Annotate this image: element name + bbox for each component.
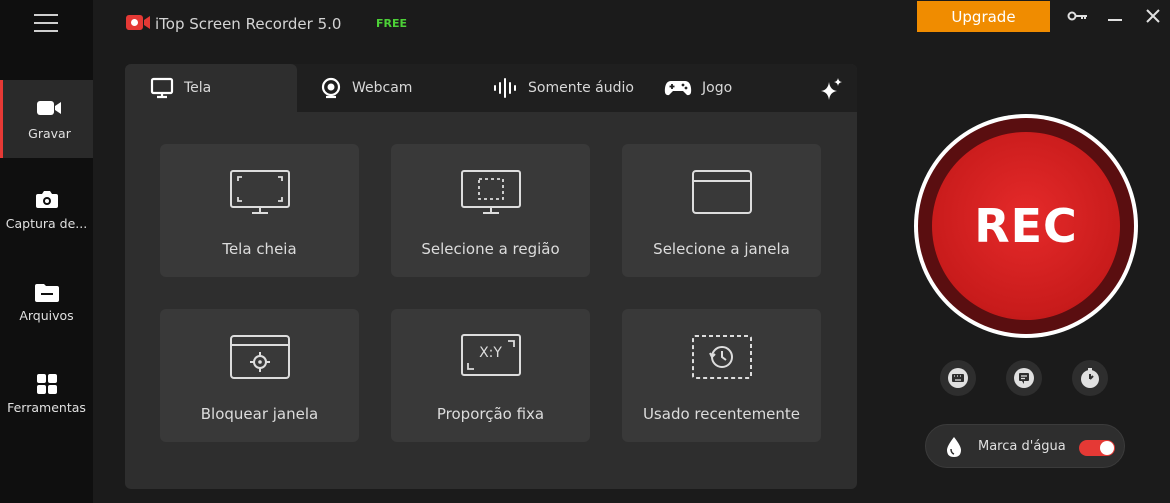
mode-label: Bloquear janela (200, 405, 319, 423)
webcam-icon (320, 77, 342, 99)
watermark-switch[interactable] (1079, 440, 1115, 456)
minimize-icon[interactable] (1105, 6, 1125, 26)
mode-card-proporcao-fixa[interactable]: X:Y Proporção fixa (391, 309, 590, 442)
monitor-icon (150, 77, 174, 99)
mode-card-selecione-regiao[interactable]: Selecione a região (391, 144, 590, 277)
tab-label: Tela (184, 80, 212, 96)
watermark-label: Marca d'água (978, 439, 1066, 454)
mode-card-usado-recentemente[interactable]: Usado recentemente (622, 309, 821, 442)
sidebar-item-label: Captura de... (5, 216, 88, 231)
keyboard-button[interactable] (940, 360, 976, 396)
select-window-icon (691, 170, 752, 214)
ratio-text: X:Y (479, 345, 502, 361)
mode-label: Usado recentemente (642, 405, 801, 423)
sidebar: Gravar Captura de... Arquivos Ferramenta… (0, 0, 93, 503)
mode-card-bloquear-janela[interactable]: Bloquear janela (160, 309, 359, 442)
tab-label: Jogo (702, 80, 733, 96)
close-icon[interactable] (1143, 6, 1163, 26)
video-camera-icon (37, 101, 61, 115)
tab-jogo[interactable]: Jogo (664, 64, 732, 112)
rec-ring: REC (918, 118, 1134, 334)
title-bar: iTop Screen Recorder 5.0 FREE Upgrade (93, 0, 1170, 50)
recent-history-icon (691, 335, 752, 379)
menu-icon[interactable] (34, 14, 58, 34)
mode-label: Tela cheia (222, 240, 297, 258)
water-drop-icon (947, 437, 961, 457)
free-badge: FREE (376, 17, 408, 30)
watermark-toggle-row[interactable]: Marca d'água (925, 424, 1125, 468)
select-region-icon (460, 170, 521, 214)
rec-inner: REC (932, 132, 1120, 320)
sparkle-icon[interactable] (818, 77, 844, 101)
subtitle-icon (1014, 368, 1034, 388)
folder-icon (34, 284, 59, 302)
sidebar-item-captura[interactable]: Captura de... (0, 170, 93, 248)
fullscreen-icon (229, 170, 290, 214)
rec-button[interactable]: REC (914, 114, 1138, 338)
recording-mode-panel: Tela Webcam Somente áudio Jogo Tela chei… (125, 64, 857, 489)
fixed-ratio-icon: X:Y (460, 333, 522, 377)
upgrade-button[interactable]: Upgrade (917, 1, 1050, 32)
mode-label: Selecione a janela (653, 240, 790, 258)
sidebar-item-ferramentas[interactable]: Ferramentas (0, 354, 93, 432)
timer-button[interactable] (1072, 360, 1108, 396)
sidebar-item-label: Gravar (28, 126, 71, 141)
keyboard-icon (948, 368, 968, 388)
tab-somente-audio[interactable]: Somente áudio (492, 64, 634, 112)
switch-knob (1100, 441, 1114, 455)
grid-tools-icon (36, 374, 57, 394)
rec-label: REC (974, 199, 1078, 253)
app-title: iTop Screen Recorder 5.0 (155, 15, 342, 33)
tab-tela[interactable]: Tela (125, 64, 297, 112)
mode-card-selecione-janela[interactable]: Selecione a janela (622, 144, 821, 277)
tab-webcam[interactable]: Webcam (320, 64, 412, 112)
tab-label: Webcam (352, 80, 413, 96)
gamepad-icon (664, 78, 692, 98)
lock-window-icon (229, 335, 290, 379)
camera-icon (35, 191, 58, 208)
app-logo-icon (126, 15, 150, 30)
mode-card-tela-cheia[interactable]: Tela cheia (160, 144, 359, 277)
audio-wave-icon (492, 77, 518, 99)
mode-label: Proporção fixa (436, 405, 545, 423)
sidebar-item-label: Ferramentas (7, 400, 86, 415)
sidebar-item-label: Arquivos (19, 308, 74, 323)
timer-icon (1081, 368, 1099, 388)
sidebar-item-arquivos[interactable]: Arquivos (0, 262, 93, 340)
subtitle-button[interactable] (1006, 360, 1042, 396)
tab-bar: Tela Webcam Somente áudio Jogo (125, 64, 857, 112)
sidebar-item-gravar[interactable]: Gravar (0, 80, 93, 158)
key-icon[interactable] (1067, 6, 1089, 26)
tab-label: Somente áudio (528, 80, 634, 96)
mode-label: Selecione a região (421, 240, 560, 258)
